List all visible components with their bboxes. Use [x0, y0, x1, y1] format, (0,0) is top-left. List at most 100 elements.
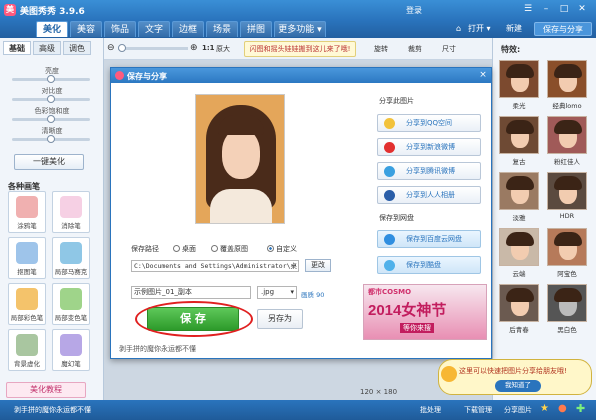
- quality-setting[interactable]: 画质 90: [301, 289, 324, 299]
- maximize-icon[interactable]: □: [556, 3, 572, 16]
- radio-custom[interactable]: 自定义: [267, 244, 297, 254]
- slider-handle[interactable]: [47, 75, 55, 83]
- resize-button[interactable]: 尺寸: [442, 44, 456, 54]
- status-hint: 剥手拼的魔你永运都不懂: [14, 406, 91, 414]
- tab-scenes[interactable]: 场景: [206, 21, 238, 37]
- download-manager-button[interactable]: 下载管理: [464, 405, 492, 415]
- renren-icon: [384, 190, 395, 201]
- open-button[interactable]: 打开 ▾: [468, 22, 491, 36]
- sharpness-slider[interactable]: [12, 135, 90, 143]
- share-qzone-button[interactable]: 分享到QQ空间: [377, 114, 481, 132]
- local-color-pen-tool[interactable]: 局部彩色笔: [8, 283, 46, 325]
- change-path-button[interactable]: 更改: [305, 259, 331, 272]
- preview-bangs: [218, 115, 264, 135]
- effect-label: 复古: [512, 158, 526, 166]
- tab-text[interactable]: 文字: [138, 21, 170, 37]
- zoom-in-icon[interactable]: ⊕: [190, 43, 198, 53]
- zoom-out-icon[interactable]: ⊖: [107, 43, 115, 53]
- plus-icon[interactable]: ✚: [576, 402, 585, 415]
- image-size-readout: 120 × 180: [360, 388, 398, 396]
- radio-desktop[interactable]: 桌面: [173, 244, 196, 254]
- local-recolor-pen-tool[interactable]: 局部变色笔: [52, 283, 90, 325]
- effect-thumbnail[interactable]: [547, 116, 587, 154]
- effect-thumbnail[interactable]: [499, 60, 539, 98]
- one-click-beautify-button[interactable]: 一键美化: [14, 154, 84, 170]
- tab-beautify[interactable]: 美化: [36, 21, 68, 37]
- save-baidu-cloud-button[interactable]: 保存到百度云网盘: [377, 230, 481, 248]
- tab-beauty[interactable]: 美容: [70, 21, 102, 37]
- tab-collage[interactable]: 拼图: [240, 21, 272, 37]
- got-it-button[interactable]: 我知道了: [495, 380, 541, 392]
- radio-dot[interactable]: [267, 245, 274, 252]
- share-section-title: 分享此图片: [379, 97, 414, 105]
- thumb-hair: [554, 64, 582, 78]
- thumb-hair: [554, 120, 582, 134]
- share-image-button[interactable]: 分享图片: [504, 405, 532, 415]
- zoom-slider[interactable]: [118, 44, 188, 52]
- skin-icon[interactable]: ☰: [520, 3, 536, 16]
- subtab-basic[interactable]: 基础: [3, 41, 31, 55]
- effect-label: 云端: [512, 270, 526, 278]
- ad-banner[interactable]: 都市COSMO 2014女神节 等你来搜: [363, 284, 487, 340]
- radio-dot[interactable]: [173, 245, 180, 252]
- eraser-pen-tool[interactable]: 消除笔: [52, 191, 90, 233]
- share-renren-button[interactable]: 分享到人人相册: [377, 186, 481, 204]
- save-as-button[interactable]: 另存为: [257, 309, 303, 329]
- subtab-color[interactable]: 调色: [63, 41, 91, 55]
- radio-dot[interactable]: [211, 245, 218, 252]
- batch-button[interactable]: 批处理: [420, 405, 441, 415]
- save-path-input[interactable]: C:\Documents and Settings\Administrator\…: [131, 260, 299, 272]
- rotate-button[interactable]: 旋转: [374, 44, 388, 54]
- saturation-slider[interactable]: [12, 115, 90, 123]
- effect-thumbnail[interactable]: [547, 228, 587, 266]
- share-sina-weibo-button[interactable]: 分享到新浪微博: [377, 138, 481, 156]
- thumb-hair: [554, 288, 582, 302]
- doodle-pen-tool[interactable]: 涂鸦笔: [8, 191, 46, 233]
- tab-frames[interactable]: 边框: [172, 21, 204, 37]
- ad-brand: 都市COSMO: [368, 288, 412, 296]
- magic-pen-tool[interactable]: 魔幻笔: [52, 329, 90, 371]
- beautify-tutorial-button[interactable]: 美化教程: [6, 382, 86, 398]
- zoom-ratio[interactable]: 1:1: [202, 44, 215, 52]
- effect-thumbnail[interactable]: [499, 172, 539, 210]
- effect-thumbnail[interactable]: [499, 228, 539, 266]
- thumb-hair: [506, 232, 534, 246]
- subtab-advanced[interactable]: 高级: [33, 41, 61, 55]
- login-link[interactable]: 登录: [406, 5, 422, 16]
- slider-handle[interactable]: [47, 115, 55, 123]
- app-logo: 美: [4, 4, 16, 16]
- slider-handle[interactable]: [47, 95, 55, 103]
- cloud-disk-title: 保存到网盘: [379, 214, 414, 222]
- home-icon[interactable]: ⌂: [456, 22, 461, 36]
- format-select[interactable]: .jpg: [257, 286, 297, 299]
- weibo-icon[interactable]: ●: [558, 403, 567, 414]
- brightness-slider[interactable]: [12, 75, 90, 83]
- radio-overwrite[interactable]: 覆盖原图: [211, 244, 248, 254]
- new-button[interactable]: 新建: [506, 22, 522, 36]
- close-icon[interactable]: ✕: [574, 3, 590, 16]
- effect-thumbnail[interactable]: [547, 172, 587, 210]
- effect-thumbnail[interactable]: [547, 284, 587, 322]
- effect-thumbnail[interactable]: [499, 284, 539, 322]
- mosaic-tool[interactable]: 局部马赛克: [52, 237, 90, 279]
- crop-button[interactable]: 裁剪: [408, 44, 422, 54]
- close-icon[interactable]: ×: [477, 69, 489, 81]
- mosaic-icon: [60, 242, 82, 264]
- tencent-weibo-icon: [384, 166, 395, 177]
- cutout-pen-tool[interactable]: 抠图笔: [8, 237, 46, 279]
- background-blur-tool[interactable]: 背景虚化: [8, 329, 46, 371]
- save-kupan-button[interactable]: 保存到酷盘: [377, 256, 481, 274]
- effect-thumbnail[interactable]: [547, 60, 587, 98]
- star-icon[interactable]: ★: [540, 403, 549, 414]
- tab-accessories[interactable]: 饰品: [104, 21, 136, 37]
- effect-thumbnail[interactable]: [499, 116, 539, 154]
- share-tencent-weibo-button[interactable]: 分享到腾讯微博: [377, 162, 481, 180]
- original-size-button[interactable]: 原大: [216, 44, 230, 54]
- contrast-slider[interactable]: [12, 95, 90, 103]
- zoom-handle[interactable]: [118, 44, 126, 52]
- save-share-button[interactable]: 保存与分享: [534, 22, 592, 36]
- filename-input[interactable]: 示例图片_01_副本: [131, 286, 251, 299]
- minimize-icon[interactable]: –: [538, 3, 554, 16]
- tab-more[interactable]: 更多功能 ▾: [274, 21, 326, 37]
- slider-handle[interactable]: [47, 135, 55, 143]
